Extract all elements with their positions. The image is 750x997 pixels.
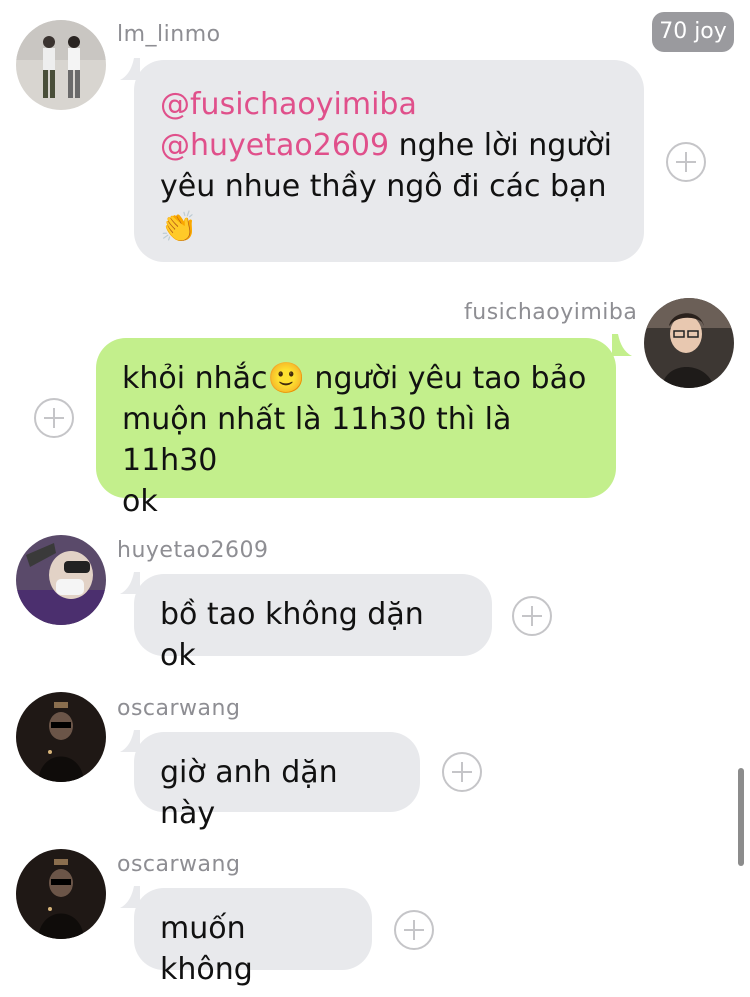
username-oscarwang: oscarwang bbox=[117, 696, 241, 721]
mention-huyetao2609[interactable]: @huyetao2609 bbox=[160, 128, 389, 163]
avatar-oscarwang[interactable] bbox=[16, 692, 106, 782]
message-text: người yêu tao bảo bbox=[304, 361, 587, 396]
message-bubble-1[interactable]: @fusichaoyimiba @huyetao2609 nghe lời ng… bbox=[134, 60, 644, 262]
message-text: nghe lời người bbox=[389, 128, 613, 163]
add-reaction-plus-icon[interactable] bbox=[512, 596, 552, 636]
avatar-fusichaoyimiba[interactable] bbox=[644, 298, 734, 388]
message-bubble-3[interactable]: bồ tao không dặn ok bbox=[134, 574, 492, 673]
message-text: khỏi nhắc bbox=[122, 361, 268, 396]
add-reaction-plus-icon[interactable] bbox=[442, 752, 482, 792]
message-bubble-5[interactable]: muốn không bbox=[134, 888, 372, 987]
clapping-hands-emoji: 👏 bbox=[160, 210, 198, 245]
username-lm-linmo: lm_linmo bbox=[117, 22, 221, 47]
avatar-lm-linmo[interactable] bbox=[16, 20, 106, 110]
scrollbar-thumb[interactable] bbox=[738, 768, 744, 866]
add-reaction-plus-icon[interactable] bbox=[394, 910, 434, 950]
message-text: yêu nhue thầy ngô đi các bạn bbox=[160, 169, 607, 204]
slightly-smiling-face-emoji: 🙂 bbox=[267, 361, 305, 396]
username-huyetao2609: huyetao2609 bbox=[117, 538, 269, 563]
message-text: muộn nhất là 11h30 thì là 11h30 bbox=[122, 402, 512, 478]
message-bubble-4[interactable]: giờ anh dặn này bbox=[134, 732, 420, 831]
username-oscarwang: oscarwang bbox=[117, 852, 241, 877]
message-bubble-2[interactable]: khỏi nhắc🙂 người yêu tao bảo muộn nhất l… bbox=[96, 338, 616, 519]
add-reaction-plus-icon[interactable] bbox=[34, 398, 74, 438]
message-text: ok bbox=[122, 484, 158, 519]
add-reaction-plus-icon[interactable] bbox=[666, 142, 706, 182]
joy-count-badge: 70 joy bbox=[652, 12, 734, 52]
avatar-huyetao2609[interactable] bbox=[16, 535, 106, 625]
username-fusichaoyimiba: fusichaoyimiba bbox=[464, 300, 638, 325]
bubble-tail bbox=[612, 334, 632, 356]
avatar-oscarwang[interactable] bbox=[16, 849, 106, 939]
mention-fusichaoyimiba[interactable]: @fusichaoyimiba bbox=[160, 87, 417, 122]
